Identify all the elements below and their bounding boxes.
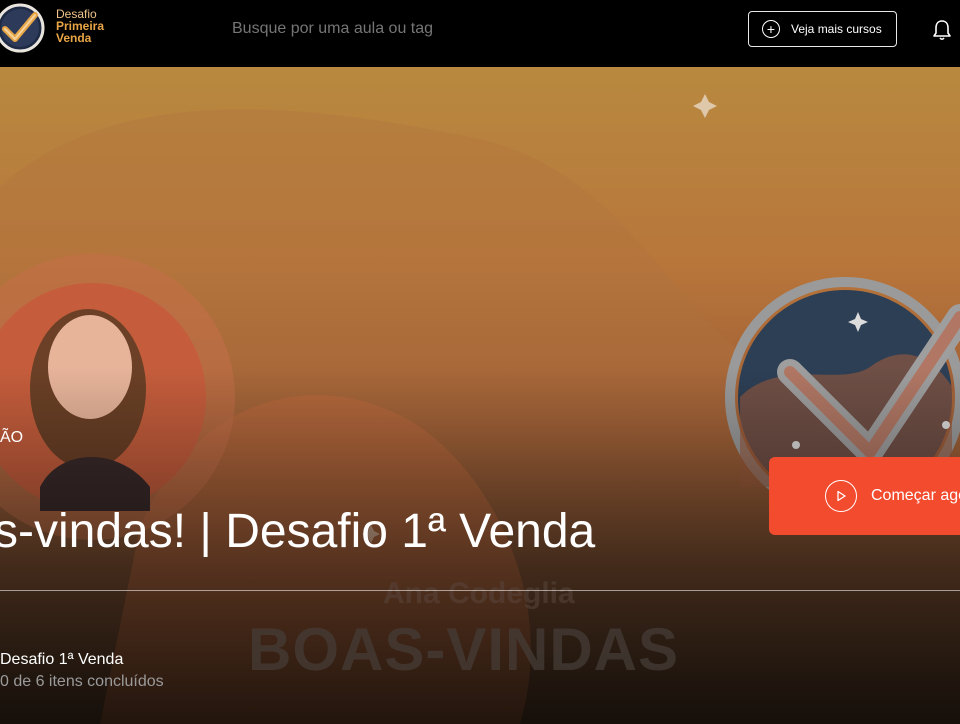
lesson-title: s-vindas! | Desafio 1ª Venda — [0, 505, 596, 559]
brand-logo-icon[interactable] — [0, 3, 45, 53]
brand-name[interactable]: Desafio Primeira Venda — [56, 8, 104, 44]
play-icon — [825, 480, 857, 512]
divider — [0, 590, 960, 591]
bell-icon[interactable] — [932, 19, 952, 41]
course-name[interactable]: Desafio 1ª Venda — [0, 651, 123, 669]
progress-text: 0 de 6 itens concluídos — [0, 673, 164, 690]
more-courses-button[interactable]: + Veja mais cursos — [748, 11, 897, 47]
brand-line-3: Venda — [56, 31, 92, 45]
more-courses-label: Veja mais cursos — [791, 22, 882, 36]
hero-banner: Ana Codeglia BOAS-VINDAS ÃO s-vindas! | … — [0, 67, 960, 724]
search-input[interactable] — [232, 20, 652, 38]
section-kicker: ÃO — [0, 429, 24, 446]
start-now-button[interactable]: Começar agora — [769, 457, 960, 535]
start-now-label: Começar agora — [871, 487, 960, 504]
watermark-title: BOAS-VINDAS — [248, 616, 680, 683]
plus-circle-icon: + — [762, 20, 780, 38]
top-bar: Desafio Primeira Venda + Veja mais curso… — [0, 0, 960, 67]
watermark-name: Ana Codeglia — [383, 577, 575, 610]
